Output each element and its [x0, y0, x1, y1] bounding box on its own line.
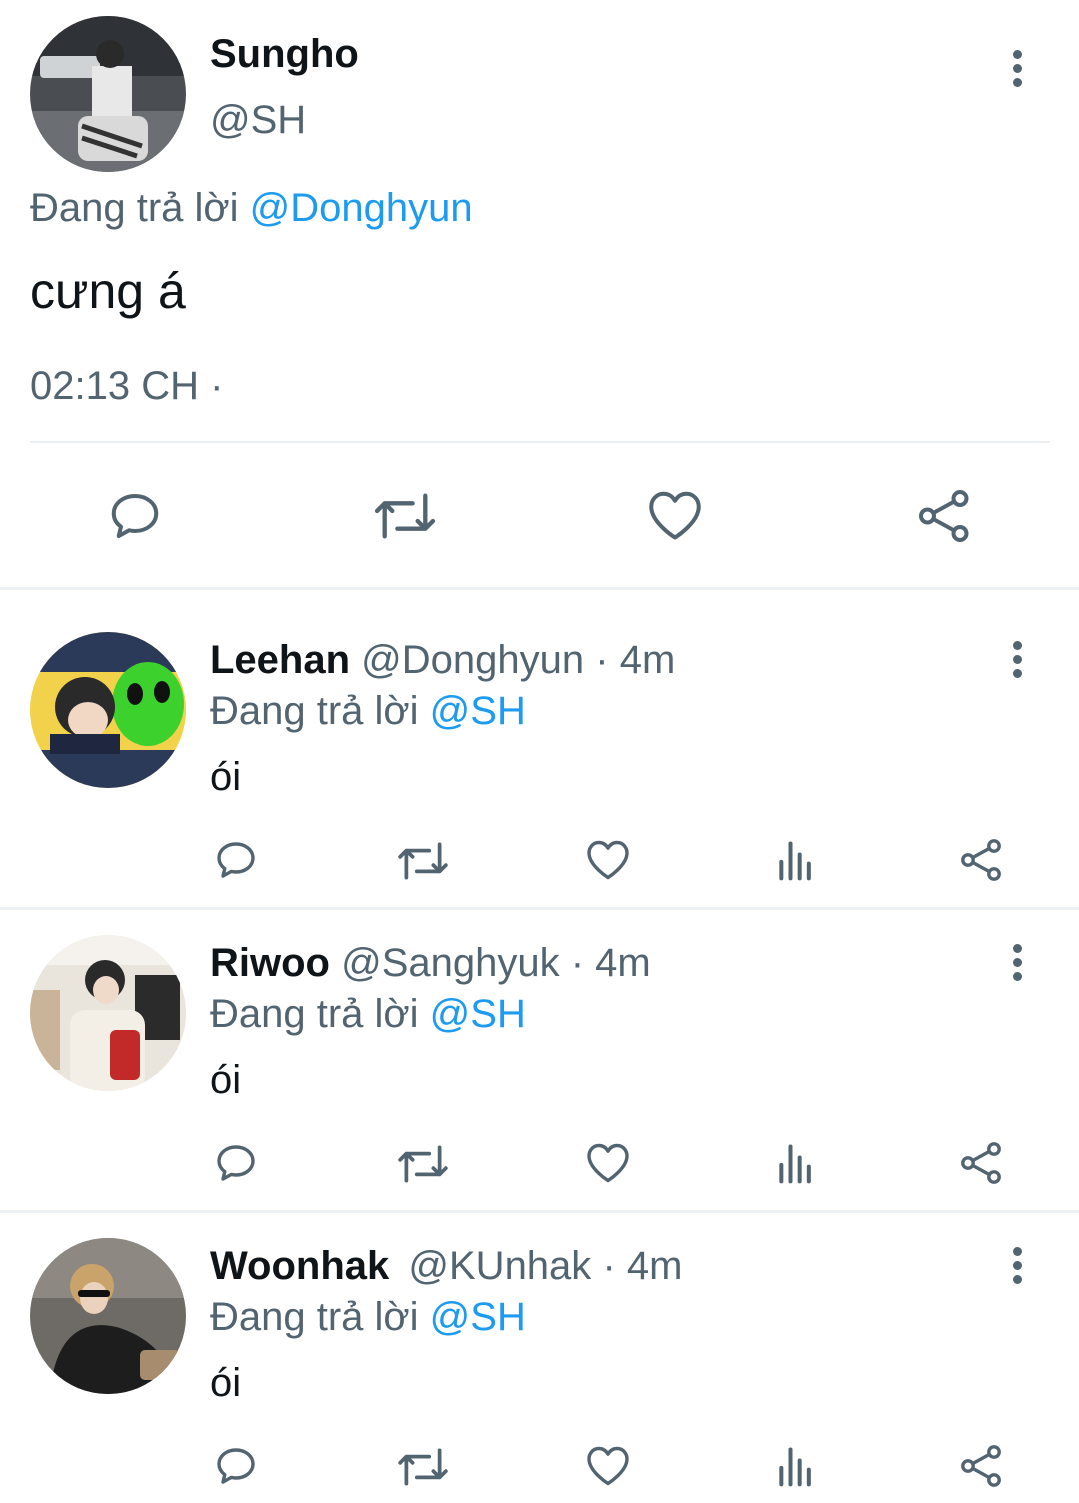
retweet-icon[interactable]: [396, 1141, 450, 1187]
retweet-icon[interactable]: [372, 488, 438, 544]
bar-chart-icon[interactable]: [774, 1444, 818, 1488]
author-handle[interactable]: @Donghyun: [361, 638, 584, 682]
more-vertical-icon[interactable]: [1011, 50, 1023, 92]
section-divider: [0, 587, 1079, 590]
speech-bubble-icon[interactable]: [212, 836, 260, 884]
reply-prefix: Đang trả lời: [210, 689, 419, 733]
divider: [30, 441, 1050, 443]
reply-prefix: Đang trả lời: [210, 992, 419, 1036]
tweet-text: ói: [210, 755, 242, 799]
author-name[interactable]: Riwoo: [210, 941, 330, 985]
author-handle[interactable]: @KUnhak: [408, 1244, 591, 1288]
tweet-text: ói: [210, 1361, 242, 1405]
reply-context: Đang trả lời @Donghyun: [30, 186, 473, 231]
reply-header: Woonhak @KUnhak · 4m: [210, 1244, 682, 1289]
author-handle[interactable]: @SH: [210, 98, 306, 143]
section-divider: [0, 1210, 1079, 1213]
author-name[interactable]: Woonhak: [210, 1244, 389, 1288]
bar-chart-icon[interactable]: [774, 838, 818, 882]
speech-bubble-icon[interactable]: [105, 486, 165, 546]
tweet-text: cưng á: [30, 263, 186, 319]
speech-bubble-icon[interactable]: [212, 1442, 260, 1490]
author-name[interactable]: Sungho: [210, 32, 359, 77]
bar-chart-icon[interactable]: [774, 1141, 818, 1185]
reply-header: Leehan @Donghyun · 4m: [210, 638, 675, 683]
more-vertical-icon[interactable]: [1011, 641, 1023, 683]
reply-to-link[interactable]: @SH: [430, 992, 526, 1036]
share-icon[interactable]: [958, 1442, 1006, 1490]
reply-to-link[interactable]: @SH: [430, 1295, 526, 1339]
reply-context: Đang trả lời @SH: [210, 1295, 526, 1340]
avatar[interactable]: [30, 1238, 186, 1394]
retweet-icon[interactable]: [396, 838, 450, 884]
reply-to-link[interactable]: @Donghyun: [250, 186, 473, 230]
author-handle[interactable]: @Sanghyuk: [341, 941, 560, 985]
reply-header: Riwoo @Sanghyuk · 4m: [210, 941, 651, 986]
more-vertical-icon[interactable]: [1011, 944, 1023, 986]
reply-context: Đang trả lời @SH: [210, 689, 526, 734]
more-vertical-icon[interactable]: [1011, 1247, 1023, 1289]
heart-icon[interactable]: [584, 836, 632, 883]
avatar[interactable]: [30, 632, 186, 788]
reply-context: Đang trả lời @SH: [210, 992, 526, 1037]
share-icon[interactable]: [958, 1139, 1006, 1187]
tweet-age: · 4m: [595, 638, 676, 682]
tweet-age: · 4m: [570, 941, 651, 985]
heart-icon[interactable]: [584, 1442, 632, 1489]
speech-bubble-icon[interactable]: [212, 1139, 260, 1187]
reply-prefix: Đang trả lời: [30, 186, 239, 230]
retweet-icon[interactable]: [396, 1444, 450, 1490]
avatar[interactable]: [30, 16, 186, 172]
heart-icon[interactable]: [584, 1139, 632, 1186]
reply-prefix: Đang trả lời: [210, 1295, 419, 1339]
tweet-age: · 4m: [602, 1244, 683, 1288]
heart-icon[interactable]: [645, 486, 705, 544]
reply-to-link[interactable]: @SH: [430, 689, 526, 733]
avatar[interactable]: [30, 935, 186, 1091]
section-divider: [0, 907, 1079, 910]
share-icon[interactable]: [915, 486, 975, 546]
tweet-timestamp: 02:13 CH ·: [30, 364, 224, 408]
author-name[interactable]: Leehan: [210, 638, 350, 682]
share-icon[interactable]: [958, 836, 1006, 884]
tweet-text: ói: [210, 1058, 242, 1102]
